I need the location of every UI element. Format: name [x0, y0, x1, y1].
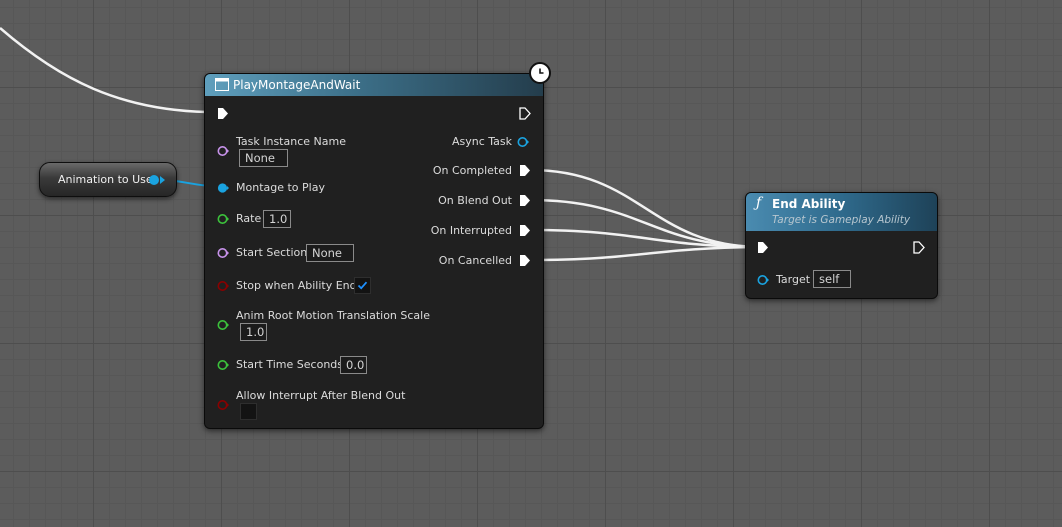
function-icon: ƒ — [756, 195, 762, 211]
start-section-input[interactable]: None — [306, 244, 354, 262]
node-body: Task Instance Name None Montage to Play … — [205, 96, 543, 428]
start-time-seconds-input[interactable]: 0.0 — [340, 356, 367, 374]
node-header[interactable]: PlayMontageAndWait — [205, 74, 543, 96]
float-pin-icon[interactable] — [217, 213, 229, 225]
on-interrupted-label: On Interrupted — [430, 224, 512, 237]
node-body: Target self — [746, 231, 937, 298]
start-time-seconds-label: Start Time Seconds — [236, 358, 343, 371]
montage-to-play-label: Montage to Play — [236, 181, 325, 194]
stop-when-ability-ends-checkbox[interactable] — [354, 277, 371, 294]
exec-out-pin-icon[interactable] — [913, 241, 925, 254]
name-pin-icon[interactable] — [217, 145, 229, 157]
pin-arrow-icon — [160, 176, 165, 184]
exec-out-pin-icon[interactable] — [519, 254, 531, 267]
variable-label: Animation to Use — [58, 173, 153, 186]
rate-input[interactable]: 1.0 — [263, 210, 291, 228]
node-window-icon — [215, 78, 229, 91]
node-title: End Ability — [772, 197, 846, 211]
allow-interrupt-after-blend-out-checkbox[interactable] — [240, 403, 257, 420]
end-ability-node[interactable]: ƒ End Ability Target is Gameplay Ability… — [745, 192, 938, 299]
node-subtitle: Target is Gameplay Ability — [772, 214, 911, 226]
exec-out-pin-icon[interactable] — [519, 194, 531, 207]
play-montage-and-wait-node[interactable]: PlayMontageAndWait Task Instance Name No… — [204, 73, 544, 429]
exec-wire-on-cancelled[interactable] — [529, 245, 759, 262]
on-cancelled-label: On Cancelled — [438, 254, 512, 267]
start-section-label: Start Section — [236, 246, 308, 259]
object-pin-icon[interactable] — [217, 182, 229, 194]
anim-root-motion-translation-scale-input[interactable]: 1.0 — [240, 323, 267, 341]
on-blend-out-label: On Blend Out — [438, 194, 512, 207]
name-pin-icon[interactable] — [217, 247, 229, 259]
exec-out-pin-icon[interactable] — [519, 224, 531, 237]
exec-wire-incoming[interactable] — [0, 27, 208, 114]
exec-wire-on-completed[interactable] — [529, 168, 759, 249]
float-pin-icon[interactable] — [217, 359, 229, 371]
checkmark-icon — [357, 281, 368, 290]
async-task-pin-icon[interactable] — [517, 136, 529, 148]
async-task-label: Async Task — [451, 135, 512, 148]
bool-pin-icon[interactable] — [217, 399, 229, 411]
clock-icon — [529, 62, 551, 84]
exec-in-pin-icon[interactable] — [217, 107, 229, 120]
target-input[interactable]: self — [813, 270, 851, 288]
exec-out-pin-icon[interactable] — [519, 164, 531, 177]
object-pin-icon[interactable] — [757, 274, 769, 286]
exec-in-pin-icon[interactable] — [757, 241, 769, 254]
exec-out-pin-icon[interactable] — [519, 107, 531, 120]
object-pin-icon[interactable] — [148, 174, 160, 186]
bool-pin-icon[interactable] — [217, 280, 229, 292]
on-completed-label: On Completed — [432, 164, 512, 177]
target-label: Target — [776, 273, 811, 286]
allow-interrupt-after-blend-out-label: Allow Interrupt After Blend Out — [236, 389, 406, 402]
task-instance-name-label: Task Instance Name — [236, 135, 346, 148]
rate-label: Rate — [236, 212, 262, 225]
node-header[interactable]: ƒ End Ability Target is Gameplay Ability — [746, 193, 937, 231]
anim-root-motion-translation-scale-label: Anim Root Motion Translation Scale — [236, 309, 430, 322]
variable-node-animation-to-use[interactable]: Animation to Use — [39, 162, 177, 197]
stop-when-ability-ends-label: Stop when Ability Ends — [236, 279, 363, 292]
task-instance-name-input[interactable]: None — [239, 149, 288, 167]
float-pin-icon[interactable] — [217, 319, 229, 331]
node-title: PlayMontageAndWait — [233, 78, 361, 92]
